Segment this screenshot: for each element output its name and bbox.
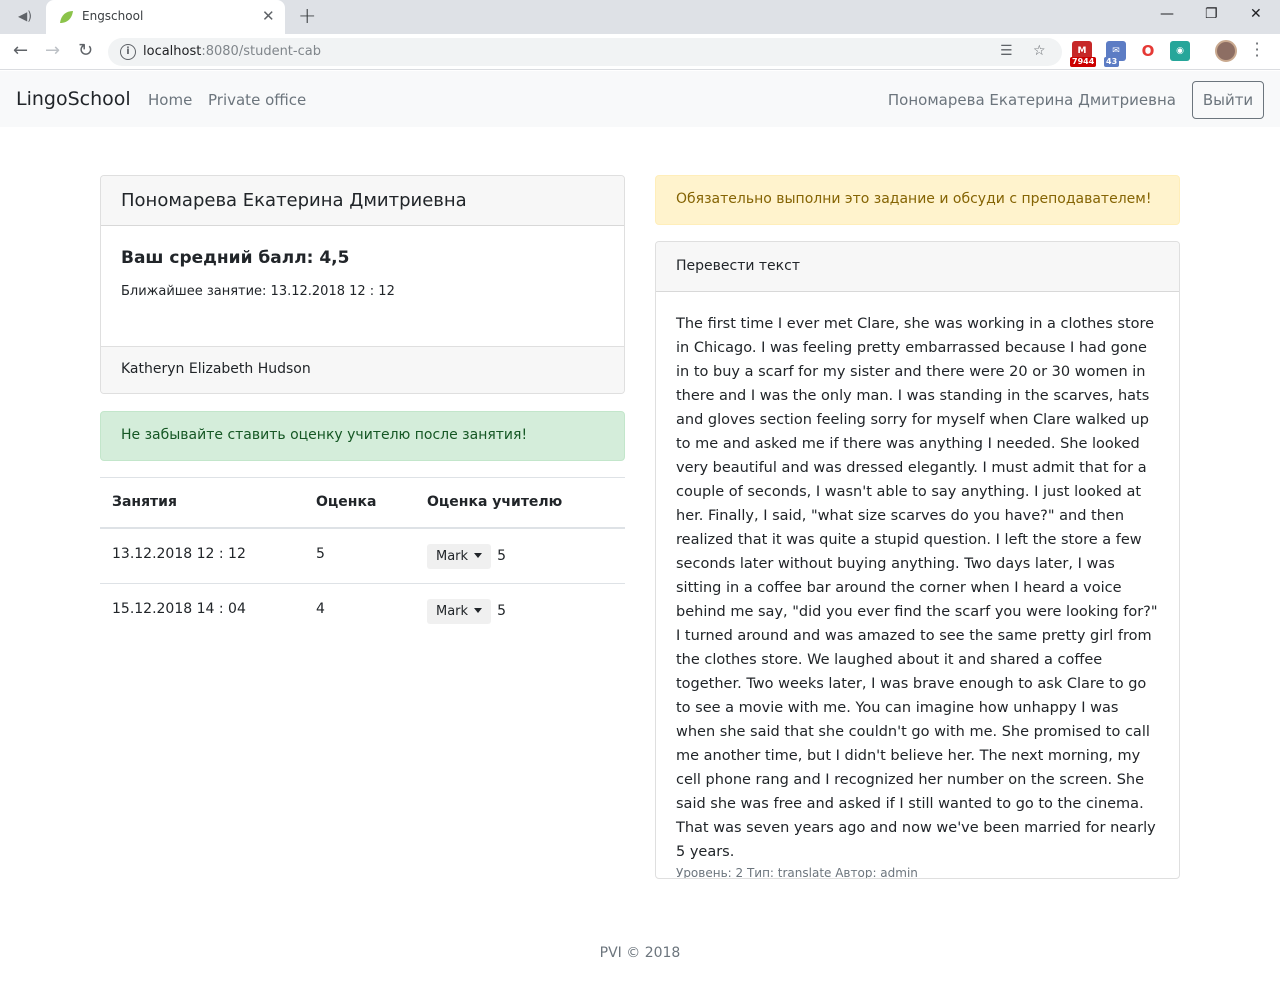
minimize-icon[interactable]: — bbox=[1160, 6, 1174, 22]
task-text: The first time I ever met Clare, she was… bbox=[676, 316, 1158, 860]
back-icon[interactable]: ← bbox=[13, 40, 28, 61]
caret-down-icon bbox=[474, 608, 483, 613]
site-info-icon[interactable]: i bbox=[120, 44, 136, 60]
lesson-date: 13.12.2018 12 : 12 bbox=[100, 527, 304, 584]
site-navbar: LingoSchool Home Private office Пономаре… bbox=[0, 71, 1280, 127]
leaf-favicon-icon bbox=[60, 11, 73, 23]
profile-name: Пономарева Екатерина Дмитриевна bbox=[101, 176, 624, 226]
lessons-table: Занятия Оценка Оценка учителю 13.12.2018… bbox=[100, 477, 625, 640]
nav-home-link[interactable]: Home bbox=[148, 91, 192, 109]
teacher-name: Katheryn Elizabeth Hudson bbox=[101, 347, 624, 393]
lesson-grade: 5 bbox=[304, 527, 415, 584]
address-bar[interactable]: i localhost:8080/student-cab ☰ ☆ bbox=[108, 38, 1062, 66]
table-row: 13.12.2018 12 : 12 5 Mark 5 bbox=[100, 527, 625, 584]
table-row: 15.12.2018 14 : 04 4 Mark 5 bbox=[100, 583, 625, 640]
profile-body: Ваш средний балл: 4,5 Ближайшее занятие:… bbox=[101, 226, 624, 347]
tab-close-icon[interactable]: ✕ bbox=[262, 7, 275, 25]
tab-title: Engschool bbox=[82, 9, 144, 23]
teacher-rating-value: 5 bbox=[497, 603, 506, 619]
restore-icon[interactable]: ❐ bbox=[1205, 6, 1218, 22]
profile-card: Пономарева Екатерина Дмитриевна Ваш сред… bbox=[100, 175, 625, 394]
profile-avatar[interactable] bbox=[1215, 40, 1237, 62]
logout-button[interactable]: Выйти bbox=[1192, 81, 1264, 119]
next-lesson: Ближайшее занятие: 13.12.2018 12 : 12 bbox=[121, 284, 395, 299]
vpn-extension-icon[interactable]: ◉ bbox=[1170, 41, 1190, 61]
lesson-grade: 4 bbox=[304, 583, 415, 640]
mail-extension-icon[interactable]: ✉ 43 bbox=[1104, 41, 1126, 67]
browser-toolbar: ← → ↻ i localhost:8080/student-cab ☰ ☆ M… bbox=[0, 34, 1280, 70]
browser-tabstrip: ◀) Engschool ✕ + — ❐ ✕ bbox=[0, 0, 1280, 34]
window-close-icon[interactable]: ✕ bbox=[1250, 6, 1262, 22]
lesson-date: 15.12.2018 14 : 04 bbox=[100, 583, 304, 640]
browser-menu-icon[interactable]: · · · bbox=[1252, 36, 1262, 64]
new-tab-button[interactable]: + bbox=[298, 4, 316, 29]
bookmark-star-icon[interactable]: ☆ bbox=[1033, 43, 1046, 59]
average-grade: Ваш средний балл: 4,5 bbox=[121, 248, 350, 268]
browser-tab[interactable]: Engschool ✕ bbox=[46, 0, 285, 34]
reminder-alert: Не забывайте ставить оценку учителю посл… bbox=[100, 411, 625, 461]
brand-logo[interactable]: LingoSchool bbox=[16, 88, 131, 110]
column-header: Оценка bbox=[304, 477, 415, 529]
table-header-row: Занятия Оценка Оценка учителю bbox=[100, 477, 625, 529]
tab-audio-icon[interactable]: ◀) bbox=[18, 9, 36, 25]
teacher-rating-cell: Mark 5 bbox=[415, 583, 625, 640]
gmail-extension-icon[interactable]: M 7944 bbox=[1070, 41, 1097, 67]
nav-private-office-link[interactable]: Private office bbox=[208, 91, 306, 109]
task-meta: Уровень: 2 Тип: translate Автор: admin bbox=[676, 866, 918, 879]
translate-icon[interactable]: ☰ bbox=[1000, 43, 1013, 59]
url-text[interactable]: localhost:8080/student-cab bbox=[143, 44, 321, 59]
nav-user-name[interactable]: Пономарева Екатерина Дмитриевна bbox=[888, 91, 1176, 109]
teacher-rating-value: 5 bbox=[497, 547, 506, 564]
opera-extension-icon[interactable]: O bbox=[1138, 41, 1158, 61]
mark-dropdown-button[interactable]: Mark bbox=[427, 599, 492, 624]
page-footer: PVI © 2018 bbox=[599, 945, 681, 961]
reload-icon[interactable]: ↻ bbox=[78, 40, 93, 61]
mark-dropdown-button[interactable]: Mark bbox=[427, 543, 492, 569]
forward-icon[interactable]: → bbox=[45, 40, 60, 61]
teacher-rating-cell: Mark 5 bbox=[415, 527, 625, 584]
task-warning-alert: Обязательно выполни это задание и обсуди… bbox=[655, 175, 1180, 225]
column-header: Оценка учителю bbox=[415, 477, 625, 529]
column-header: Занятия bbox=[100, 477, 304, 529]
task-title: Перевести текст bbox=[656, 242, 1179, 292]
caret-down-icon bbox=[474, 552, 483, 558]
task-card: Перевести текст The first time I ever me… bbox=[655, 241, 1180, 879]
